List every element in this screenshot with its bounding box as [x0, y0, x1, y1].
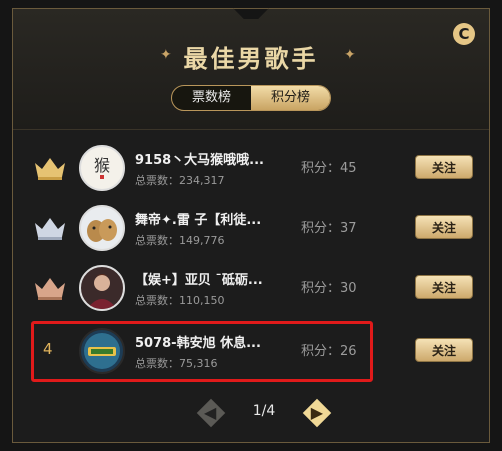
crown-icon	[35, 158, 65, 180]
ranking-tabs: 票数榜 积分榜	[171, 85, 331, 111]
panel-header: ✦ 最佳男歌手 ✦ C 票数榜 积分榜	[13, 8, 489, 130]
pagination: ◀ 1/4 ▶	[196, 395, 332, 431]
highlight-box	[31, 321, 373, 382]
follow-button[interactable]: 关注	[415, 338, 473, 362]
singer-name[interactable]: 9158丶大马猴哦哦...	[135, 149, 285, 168]
tab-points[interactable]: 积分榜	[251, 86, 330, 110]
crown-icon	[35, 218, 65, 240]
avatar[interactable]	[79, 205, 125, 251]
list-item: 【娱+】亚贝 ˉ砥砺... 总票数：110,150 积分：30 关注	[33, 261, 473, 317]
follow-button[interactable]: 关注	[415, 215, 473, 239]
header-notch	[233, 8, 269, 19]
list-item: 猴 9158丶大马猴哦哦... 总票数：234,317 积分：45 关注	[33, 141, 473, 197]
score: 积分：30	[301, 281, 357, 296]
follow-button[interactable]: 关注	[415, 155, 473, 179]
follow-button[interactable]: 关注	[415, 275, 473, 299]
crown-icon	[35, 278, 65, 300]
chevron-right-icon: ▶	[310, 403, 323, 422]
vote-count: 总票数：110,150	[135, 294, 225, 307]
sparkle-icon-right: ✦	[344, 47, 356, 63]
refresh-icon[interactable]: C	[453, 23, 475, 45]
vote-count: 总票数：149,776	[135, 234, 225, 247]
score: 积分：45	[301, 161, 357, 176]
score: 积分：37	[301, 221, 357, 236]
svg-text:猴: 猴	[94, 156, 110, 175]
avatar[interactable]: 猴	[79, 145, 125, 191]
singer-name[interactable]: 【娱+】亚贝 ˉ砥砺...	[135, 269, 285, 288]
vote-count: 总票数：234,317	[135, 174, 225, 187]
tab-votes[interactable]: 票数榜	[172, 86, 251, 110]
avatar[interactable]	[79, 265, 125, 311]
list-item: 舞帝✦.雷 子【利徒... 总票数：149,776 积分：37 关注	[33, 201, 473, 257]
singer-name[interactable]: 舞帝✦.雷 子【利徒...	[135, 209, 285, 228]
page-title: 最佳男歌手	[183, 45, 319, 73]
